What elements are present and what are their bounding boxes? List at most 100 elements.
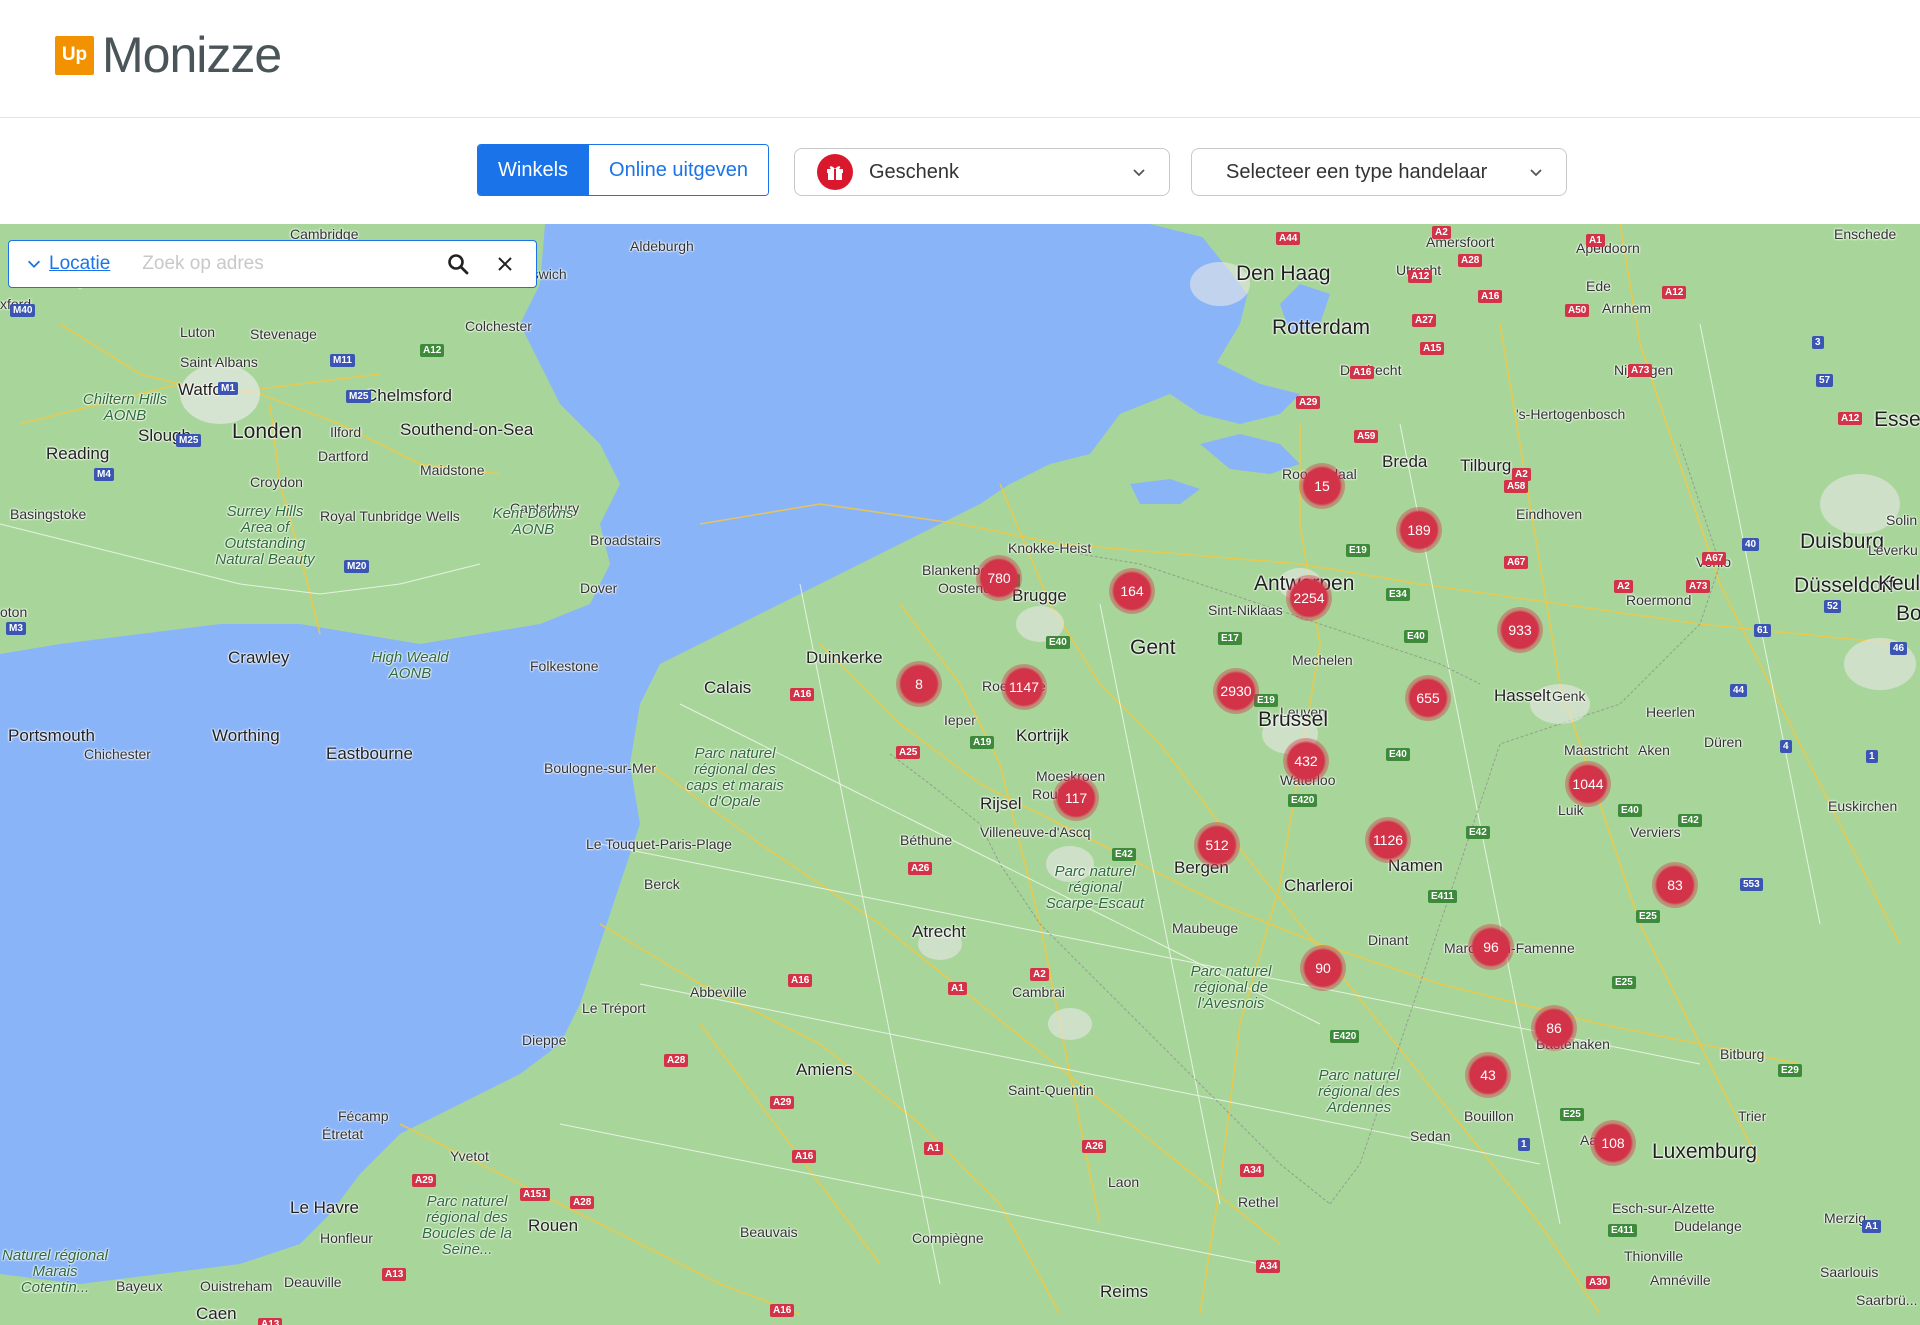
place-label: Laon xyxy=(1108,1174,1140,1190)
road-shield: A67 xyxy=(1504,556,1529,569)
store-cluster-marker[interactable]: 512 xyxy=(1194,822,1240,868)
road-shield: E25 xyxy=(1560,1108,1584,1121)
road-shield: A12 xyxy=(1408,270,1433,283)
store-cluster-marker[interactable]: 8 xyxy=(896,661,942,707)
road-shield: A16 xyxy=(788,974,813,987)
place-label: Heerlen xyxy=(1646,704,1696,720)
place-label: Atrecht xyxy=(912,922,966,941)
store-cluster-marker[interactable]: 1044 xyxy=(1565,761,1611,807)
place-label: Chichester xyxy=(84,746,151,762)
road-shield: A29 xyxy=(770,1096,795,1109)
place-label: Beauvais xyxy=(740,1224,798,1240)
place-label: Worthing xyxy=(212,726,280,745)
road-shield: A58 xyxy=(1504,480,1529,493)
road-shield: A27 xyxy=(1412,314,1437,327)
chevron-down-icon[interactable] xyxy=(25,255,43,273)
road-shield: A12 xyxy=(420,344,445,357)
place-label: Hasselt xyxy=(1494,686,1551,705)
place-label: Breda xyxy=(1382,452,1428,471)
place-label: 's-Hertogenbosch xyxy=(1516,406,1626,422)
place-label: Arnhem xyxy=(1602,300,1652,316)
road-shield: M20 xyxy=(344,560,370,573)
voucher-select[interactable]: Geschenk xyxy=(794,148,1170,196)
road-shield: E40 xyxy=(1404,630,1428,643)
place-label: Keulen xyxy=(1878,572,1920,595)
place-label: Esse xyxy=(1874,408,1920,431)
place-label: Solin xyxy=(1886,512,1918,528)
road-shield: A73 xyxy=(1628,364,1653,377)
place-label: Luxemburg xyxy=(1652,1140,1758,1163)
store-cluster-marker[interactable]: 2930 xyxy=(1213,668,1259,714)
place-label: oton xyxy=(0,604,28,620)
store-cluster-marker[interactable]: 2254 xyxy=(1286,575,1332,621)
road-shield: E411 xyxy=(1608,1224,1637,1237)
store-cluster-marker[interactable]: 1126 xyxy=(1365,817,1411,863)
store-cluster-marker[interactable]: 432 xyxy=(1283,738,1329,784)
place-label: Rouen xyxy=(528,1216,579,1235)
store-cluster-marker[interactable]: 117 xyxy=(1053,775,1099,821)
road-shield: A29 xyxy=(1296,396,1321,409)
road-shield: E42 xyxy=(1466,826,1490,839)
tab-online[interactable]: Online uitgeven xyxy=(588,145,768,195)
store-cluster-marker[interactable]: 1147 xyxy=(1001,664,1047,710)
road-shield: A15 xyxy=(1420,342,1445,355)
store-cluster-marker[interactable]: 189 xyxy=(1396,507,1442,553)
store-cluster-marker[interactable]: 43 xyxy=(1465,1052,1511,1098)
place-label: Parc naturel régional de l'Avesnois xyxy=(1190,963,1272,1012)
store-cluster-marker[interactable]: 83 xyxy=(1652,862,1698,908)
place-label: Dudelange xyxy=(1674,1218,1742,1234)
place-label: Southend-on-Sea xyxy=(400,420,534,439)
road-shield: E19 xyxy=(1346,544,1370,557)
place-label: Dieppe xyxy=(522,1032,567,1048)
place-label: Dover xyxy=(580,580,618,596)
merchant-type-select[interactable]: Selecteer een type handelaar xyxy=(1191,148,1567,196)
location-toggle-link[interactable]: Locatie xyxy=(49,253,110,275)
store-map[interactable]: CambridgeAldeburghIpswichMilton KeynesCo… xyxy=(0,224,1920,1325)
store-cluster-marker[interactable]: 780 xyxy=(976,555,1022,601)
road-shield: A1 xyxy=(1586,234,1605,247)
place-label: Le Touquet-Paris-Plage xyxy=(586,836,733,852)
map-basemap xyxy=(0,224,1920,1325)
monizze-logo[interactable]: Up Monizze xyxy=(55,27,282,83)
place-label: Eindhoven xyxy=(1516,506,1583,522)
place-label: Saint-Quentin xyxy=(1008,1082,1094,1098)
store-cluster-marker[interactable]: 655 xyxy=(1405,675,1451,721)
place-label: Saarlouis xyxy=(1820,1264,1879,1280)
place-label: Ilford xyxy=(330,424,362,440)
store-cluster-marker[interactable]: 933 xyxy=(1497,607,1543,653)
place-label: Enschede xyxy=(1834,226,1897,242)
store-cluster-marker[interactable]: 96 xyxy=(1468,924,1514,970)
place-label: Merzig xyxy=(1824,1210,1867,1226)
road-shield: A44 xyxy=(1276,232,1301,245)
filter-toolbar: Winkels Online uitgeven Geschenk Selecte… xyxy=(0,118,1920,224)
place-label: Reading xyxy=(46,444,110,463)
place-label: Crawley xyxy=(228,648,290,667)
store-cluster-marker[interactable]: 108 xyxy=(1590,1120,1636,1166)
road-shield: A50 xyxy=(1565,304,1590,317)
place-label: Esch-sur-Alzette xyxy=(1612,1200,1715,1216)
close-icon[interactable] xyxy=(496,255,514,273)
road-shield: 553 xyxy=(1740,878,1763,891)
search-icon[interactable] xyxy=(446,252,470,276)
place-label: Reims xyxy=(1100,1282,1149,1301)
road-shield: A28 xyxy=(664,1054,689,1067)
store-cluster-marker[interactable]: 90 xyxy=(1300,945,1346,991)
store-cluster-marker[interactable]: 86 xyxy=(1531,1005,1577,1051)
road-shield: M11 xyxy=(330,354,355,367)
tab-stores[interactable]: Winkels xyxy=(478,145,589,195)
place-label: Parc naturel régional des Boucles de la … xyxy=(421,1193,513,1258)
road-shield: 61 xyxy=(1754,624,1772,637)
address-search-input[interactable] xyxy=(140,252,445,276)
place-label: Charleroi xyxy=(1284,876,1353,895)
place-label: Verviers xyxy=(1630,824,1681,840)
place-label: Knokke-Heist xyxy=(1008,540,1092,556)
store-cluster-marker[interactable]: 164 xyxy=(1109,568,1155,614)
place-label: Trier xyxy=(1738,1108,1767,1124)
voucher-select-value: Geschenk xyxy=(869,160,960,183)
store-cluster-marker[interactable]: 15 xyxy=(1299,463,1345,509)
road-shield: A26 xyxy=(908,862,933,875)
road-shield: 4 xyxy=(1780,740,1792,753)
place-label: Thionville xyxy=(1624,1248,1684,1264)
road-shield: E29 xyxy=(1778,1064,1802,1077)
location-search-box: Locatie xyxy=(8,240,537,288)
